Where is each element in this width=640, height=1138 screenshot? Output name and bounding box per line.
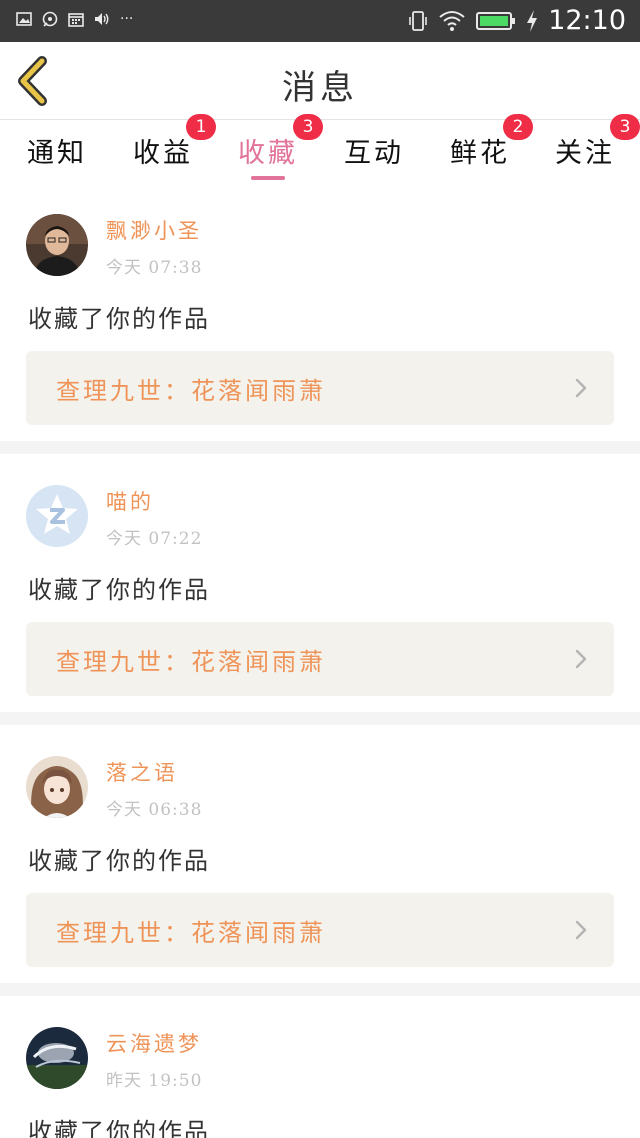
work-title: 查理九世：花落闻雨萧 (56, 377, 326, 405)
timestamp: 今天 06:38 (106, 800, 203, 820)
unread-badge: 1 (186, 114, 216, 140)
work-link[interactable]: 查理九世：花落闻雨萧 (26, 622, 614, 696)
status-bar: ··· 12:10 (0, 0, 640, 42)
status-right: 12:10 (408, 6, 626, 36)
clock-time: 12:10 (548, 5, 626, 36)
work-link[interactable]: 查理九世：花落闻雨萧 (26, 351, 614, 425)
action-text: 收藏了你的作品 (28, 576, 210, 604)
tab-label: 收藏 (238, 138, 298, 169)
tab-label: 通知 (27, 138, 87, 169)
status-left-icons: ··· (16, 11, 133, 27)
unread-badge: 2 (503, 114, 533, 140)
tab-label: 互动 (344, 138, 404, 169)
work-link[interactable]: 查理九世：花落闻雨萧 (26, 893, 614, 967)
tab-label: 鲜花 (450, 138, 510, 169)
username[interactable]: 云海遗梦 (106, 1028, 202, 1058)
username[interactable]: 喵的 (106, 486, 154, 516)
volume-icon (95, 13, 109, 25)
avatar[interactable] (26, 1027, 88, 1089)
wifi-icon (439, 11, 465, 31)
charging-icon (527, 10, 538, 32)
username[interactable]: 飘渺小圣 (106, 215, 202, 245)
username[interactable]: 落之语 (106, 757, 178, 787)
active-tab-indicator (251, 176, 285, 180)
list-item: 喵的 今天 07:22 收藏了你的作品 查理九世：花落闻雨萧 (0, 454, 640, 712)
vibrate-icon (409, 11, 427, 31)
battery-icon (476, 12, 516, 30)
more-notifications-icon: ··· (120, 11, 134, 27)
tab-label: 收益 (133, 138, 193, 169)
avatar[interactable] (26, 214, 88, 276)
action-text: 收藏了你的作品 (28, 847, 210, 875)
avatar[interactable] (26, 485, 88, 547)
image-icon (16, 12, 32, 26)
avatar[interactable] (26, 756, 88, 818)
chevron-right-icon (575, 378, 587, 398)
page-title: 消息 (282, 68, 358, 108)
app-header: 消息 (0, 42, 640, 120)
unread-badge: 3 (610, 114, 640, 140)
chevron-right-icon (575, 920, 587, 940)
tab-label: 关注 (555, 138, 615, 169)
list-item: 飘渺小圣 今天 07:38 收藏了你的作品 查理九世：花落闻雨萧 (0, 183, 640, 441)
work-title: 查理九世：花落闻雨萧 (56, 919, 326, 947)
list-item: 云海遗梦 昨天 19:50 收藏了你的作品 (0, 996, 640, 1138)
chevron-right-icon (575, 649, 587, 669)
action-text: 收藏了你的作品 (28, 1118, 210, 1138)
timestamp: 今天 07:38 (106, 258, 203, 278)
unread-badge: 3 (293, 114, 323, 140)
calendar-icon (68, 13, 84, 27)
timestamp: 今天 07:22 (106, 529, 203, 549)
tab-bar: 通知 收益 1 收藏 3 互动 鲜花 2 关注 3 (0, 114, 640, 183)
notification-icon (42, 11, 58, 27)
work-title: 查理九世：花落闻雨萧 (56, 648, 326, 676)
list-item: 落之语 今天 06:38 收藏了你的作品 查理九世：花落闻雨萧 (0, 725, 640, 983)
timestamp: 昨天 19:50 (106, 1071, 203, 1091)
action-text: 收藏了你的作品 (28, 305, 210, 333)
